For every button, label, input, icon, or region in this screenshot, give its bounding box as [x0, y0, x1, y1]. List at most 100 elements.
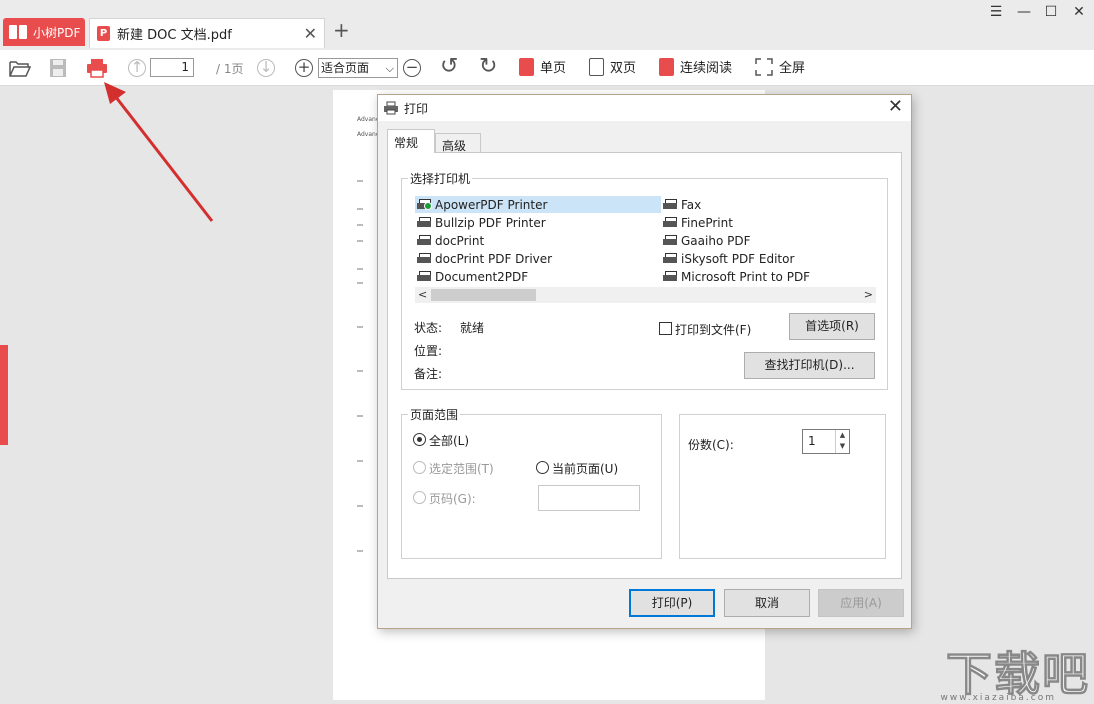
single-page-button[interactable]: 单页	[519, 57, 566, 76]
printer-item-label: docPrint	[435, 233, 485, 248]
page-number-input[interactable]: 1	[150, 58, 194, 77]
printer-item[interactable]: FinePrint	[661, 214, 733, 231]
save-icon[interactable]	[49, 58, 67, 78]
printer-icon	[663, 235, 677, 246]
printer-item[interactable]: docPrint	[415, 232, 484, 249]
page-numbers-input[interactable]	[538, 485, 640, 511]
status-label: 状态:	[414, 321, 443, 335]
document-tab-label: 新建 DOC 文档.pdf	[117, 28, 232, 43]
copies-value: 1	[808, 434, 816, 448]
range-current-label: 当前页面(U)	[552, 462, 619, 476]
chevron-down-icon: ⌵	[385, 62, 394, 75]
double-page-label: 双页	[610, 61, 637, 76]
scroll-right-icon[interactable]: >	[864, 288, 873, 301]
tab-general[interactable]: 常规	[387, 129, 435, 153]
double-page-icon	[589, 57, 604, 76]
scroll-left-icon[interactable]: <	[418, 288, 427, 301]
zoom-in-button[interactable]: +	[295, 59, 313, 77]
annotation-arrow	[104, 82, 214, 222]
printer-item-label: Microsoft Print to PDF	[681, 269, 811, 284]
printer-icon	[417, 199, 432, 210]
range-pages-label: 页码(G):	[429, 492, 476, 506]
title-bar: 小树PDF P 新建 DOC 文档.pdf ✕ + ☰ — ☐ ✕	[0, 0, 1094, 50]
range-selection-radio[interactable]	[413, 461, 426, 474]
scrollbar-thumb[interactable]	[431, 289, 536, 301]
printer-item-label: Fax	[681, 197, 702, 212]
next-page-button[interactable]: ↓	[257, 59, 275, 77]
menu-icon[interactable]: ☰	[986, 4, 1006, 20]
printer-item-label: iSkysoft PDF Editor	[681, 251, 795, 266]
printer-list-scrollbar[interactable]: < >	[415, 287, 876, 303]
rotate-left-icon[interactable]: ↺	[440, 54, 458, 79]
printer-icon	[663, 271, 677, 282]
find-printer-button[interactable]: 查找打印机(D)...	[744, 352, 875, 379]
comment-label: 备注:	[414, 367, 443, 381]
cancel-button[interactable]: 取消	[724, 589, 810, 617]
range-selection-label: 选定范围(T)	[429, 462, 494, 476]
printer-item[interactable]: iSkysoft PDF Editor	[661, 250, 794, 267]
single-page-icon	[519, 57, 534, 76]
fullscreen-icon	[755, 57, 773, 76]
stepper-arrows-icon[interactable]: ▲ ▼	[835, 430, 849, 453]
document-tab[interactable]: P 新建 DOC 文档.pdf ✕	[89, 18, 325, 48]
printer-item[interactable]: Document2PDF	[415, 268, 528, 285]
printer-item[interactable]: Bullzip PDF Printer	[415, 214, 546, 231]
printer-icon	[417, 253, 431, 264]
print-icon[interactable]	[86, 58, 108, 78]
fax-icon	[663, 199, 677, 210]
printer-item-label: ApowerPDF Printer	[435, 197, 548, 212]
double-page-button[interactable]: 双页	[589, 57, 636, 76]
printer-item-label: FinePrint	[681, 215, 733, 230]
app-home-tab[interactable]: 小树PDF	[3, 18, 85, 46]
print-to-file-checkbox[interactable]	[659, 322, 672, 335]
printer-item[interactable]: docPrint PDF Driver	[415, 250, 552, 267]
zoom-select[interactable]: 适合页面 ⌵	[318, 58, 398, 78]
fullscreen-button[interactable]: 全屏	[755, 57, 805, 76]
printer-icon	[417, 217, 431, 228]
printer-item-label: Gaaiho PDF	[681, 233, 751, 248]
location-label: 位置:	[414, 344, 443, 358]
close-window-button[interactable]: ✕	[1069, 4, 1089, 20]
maximize-button[interactable]: ☐	[1041, 4, 1061, 20]
tab-advanced[interactable]: 高级	[435, 133, 481, 153]
previous-page-button[interactable]: ↑	[128, 59, 146, 77]
close-tab-icon[interactable]: ✕	[304, 24, 317, 43]
page-total: / 1页	[216, 62, 244, 76]
print-button[interactable]: 打印(P)	[629, 589, 715, 617]
apply-button[interactable]: 应用(A)	[818, 589, 904, 617]
printer-item[interactable]: Microsoft Print to PDF	[661, 268, 810, 285]
print-to-file-label: 打印到文件(F)	[675, 323, 752, 337]
continuous-read-button[interactable]: 连续阅读	[659, 57, 732, 76]
sidebar-toggle[interactable]	[0, 345, 8, 445]
watermark-url: www.xiazaiba.com	[940, 693, 1056, 703]
range-current-radio[interactable]	[536, 461, 549, 474]
printer-icon	[663, 217, 677, 228]
printer-icon	[417, 271, 431, 282]
app-name: 小树PDF	[33, 25, 81, 40]
page-range-label: 页面范围	[408, 406, 461, 423]
range-pages-radio[interactable]	[413, 491, 426, 504]
zoom-out-button[interactable]: −	[403, 59, 421, 77]
copies-stepper[interactable]: 1 ▲ ▼	[802, 429, 850, 454]
fullscreen-label: 全屏	[779, 61, 806, 76]
continuous-read-icon	[659, 57, 674, 76]
printer-item-label: Bullzip PDF Printer	[435, 215, 546, 230]
printer-item[interactable]: ApowerPDF Printer	[415, 196, 661, 213]
open-folder-icon[interactable]	[9, 58, 31, 78]
printer-item[interactable]: Fax	[661, 196, 701, 213]
rotate-right-icon[interactable]: ↻	[479, 54, 497, 79]
status-value: 就绪	[460, 321, 485, 335]
printer-list[interactable]: ApowerPDF Printer Bullzip PDF Printer do…	[415, 195, 886, 287]
printer-icon	[663, 253, 677, 264]
new-tab-button[interactable]: +	[333, 18, 350, 42]
printer-item[interactable]: Gaaiho PDF	[661, 232, 750, 249]
printer-item-label: Document2PDF	[435, 269, 529, 284]
dialog-close-icon[interactable]: ✕	[888, 96, 903, 117]
preferences-button[interactable]: 首选项(R)	[789, 313, 875, 340]
range-all-label: 全部(L)	[429, 434, 470, 448]
printer-item-label: docPrint PDF Driver	[435, 251, 553, 266]
pdf-file-icon: P	[97, 26, 110, 41]
minimize-button[interactable]: —	[1014, 4, 1034, 20]
printer-icon	[417, 235, 431, 246]
range-all-radio[interactable]	[413, 433, 426, 446]
